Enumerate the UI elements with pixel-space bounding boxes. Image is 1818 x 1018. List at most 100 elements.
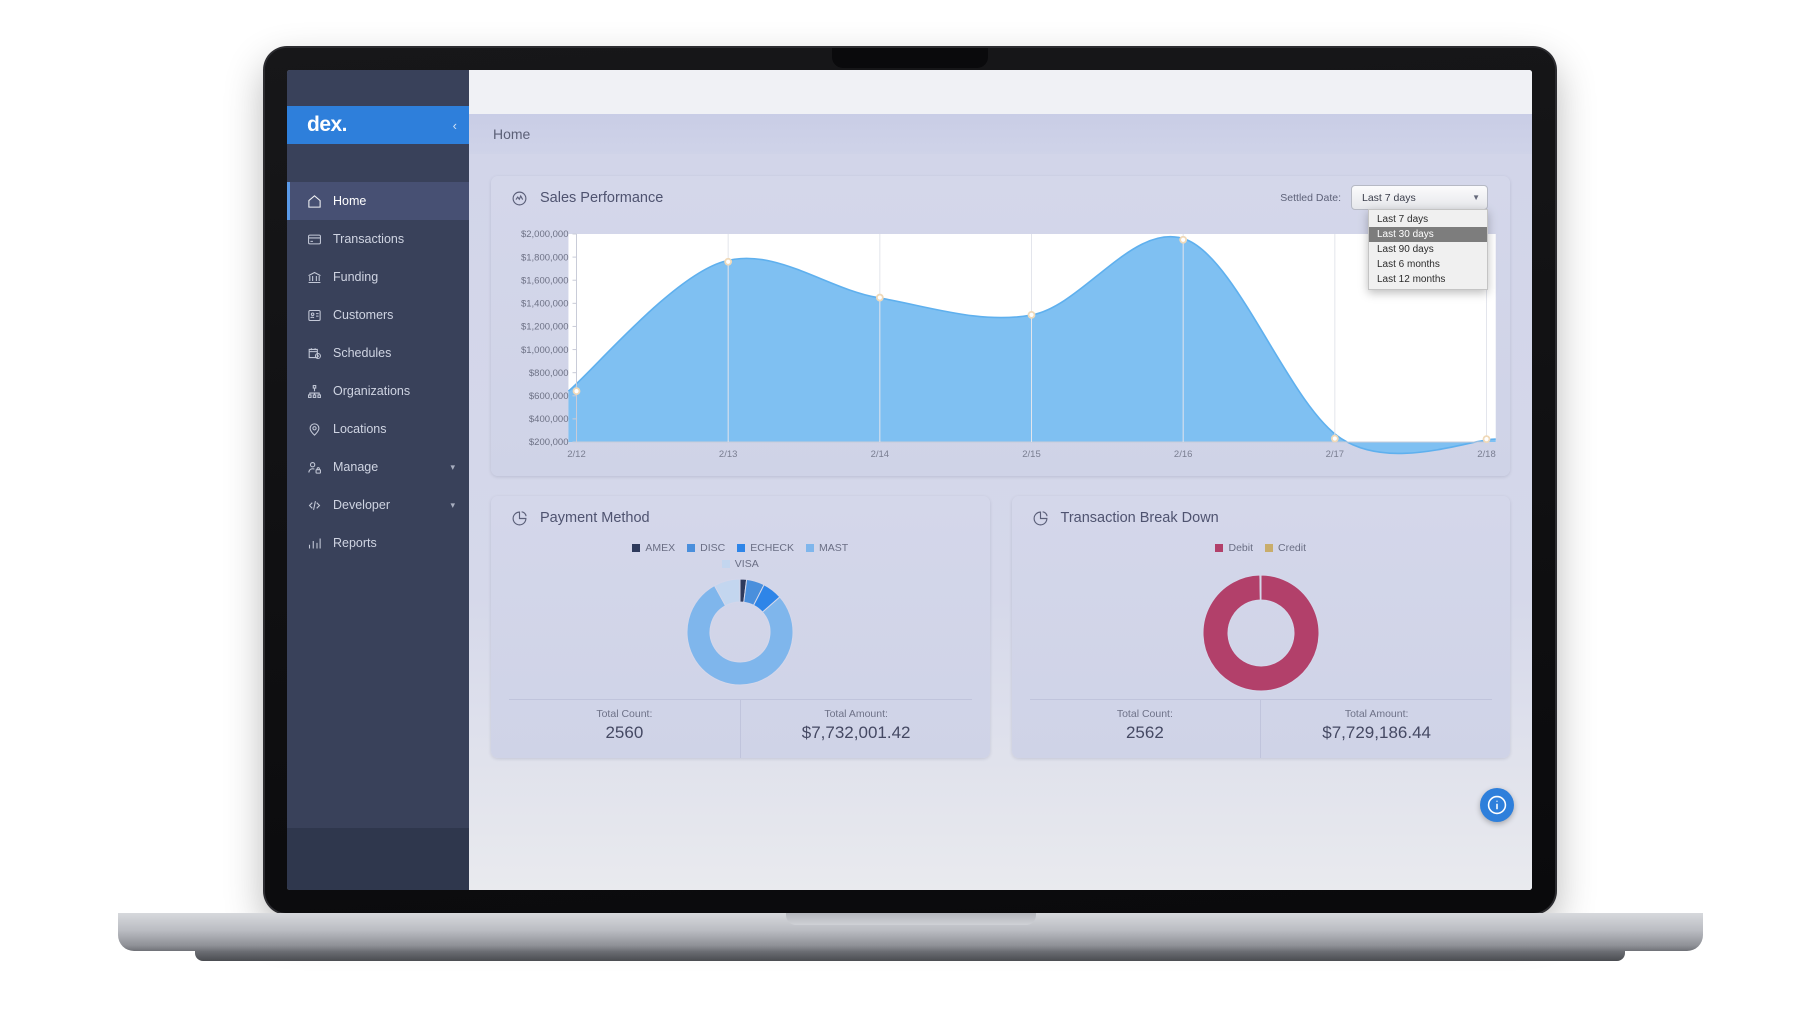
svg-text:$1,800,000: $1,800,000 (521, 252, 569, 263)
legend-item-disc[interactable]: DISC (687, 542, 725, 554)
laptop-base-foot (195, 951, 1625, 961)
chevron-left-icon[interactable]: ‹ (453, 118, 457, 133)
total-count-value: 2562 (1125, 723, 1164, 742)
legend-label: VISA (734, 558, 759, 570)
chevron-down-icon[interactable]: ▾ (450, 500, 455, 511)
svg-text:$1,600,000: $1,600,000 (521, 275, 569, 286)
sidebar-item-label: Home (333, 194, 367, 208)
svg-text:$600,000: $600,000 (529, 391, 569, 402)
sidebar-item-funding[interactable]: Funding (287, 258, 469, 296)
screenshot-root: dex. ‹ Home Transactions Funding Custome… (0, 0, 1818, 1018)
legend-swatch (1215, 544, 1224, 552)
transaction-total-count: Total Count: 2562 (1030, 700, 1261, 758)
sidebar-item-manage[interactable]: Manage ▾ (287, 448, 469, 486)
legend-label: MAST (818, 542, 849, 554)
payment-total-amount: Total Amount: $7,732,001.42 (739, 700, 972, 758)
settled-date-label: Settled Date: (1280, 191, 1341, 204)
dropdown-option-last-30-days[interactable]: Last 30 days (1369, 227, 1487, 242)
legend-item-credit[interactable]: Credit (1265, 542, 1306, 554)
payment-legend: AMEX DISC ECHECK MAST VISA (491, 540, 990, 570)
svg-text:2/16: 2/16 (1174, 449, 1193, 460)
app-logo: dex. (307, 113, 348, 136)
bank-icon (308, 271, 321, 283)
settled-date-dropdown[interactable]: Last 7 days Last 30 days Last 90 days La… (1368, 209, 1488, 290)
sidebar-item-label: Transactions (333, 232, 405, 246)
legend-item-mast[interactable]: MAST (805, 542, 849, 554)
sales-card-title: Sales Performance (540, 190, 664, 206)
dropdown-option-last-90-days[interactable]: Last 90 days (1369, 242, 1487, 257)
total-count-label: Total Count: (596, 708, 653, 720)
sidebar-item-transactions[interactable]: Transactions (287, 220, 469, 258)
total-count-label: Total Count: (1116, 708, 1173, 720)
breadcrumb[interactable]: Home (493, 126, 530, 142)
svg-text:2/18: 2/18 (1477, 449, 1496, 460)
main-dashboard: Sales Performance Settled Date: Last 7 d… (469, 154, 1532, 890)
payment-method-card: Payment Method AMEX DISC ECHECK MAST VIS… (491, 496, 990, 758)
sidebar-item-schedules[interactable]: Schedules (287, 334, 469, 372)
map-pin-icon (309, 422, 320, 436)
donut-cards-row: Payment Method AMEX DISC ECHECK MAST VIS… (491, 496, 1510, 758)
svg-text:$1,200,000: $1,200,000 (521, 322, 569, 333)
legend-swatch (805, 544, 814, 552)
svg-text:$1,000,000: $1,000,000 (521, 345, 569, 356)
sidebar-item-label: Locations (333, 422, 387, 436)
chevron-down-icon[interactable]: ▾ (450, 462, 455, 473)
transaction-donut-wrap (1012, 574, 1511, 692)
sidebar-item-developer[interactable]: Developer ▾ (287, 486, 469, 524)
chevron-down-icon: ▼ (1472, 193, 1480, 202)
legend-item-debit[interactable]: Debit (1215, 542, 1253, 554)
svg-text:$200,000: $200,000 (529, 437, 569, 448)
payment-card-title: Payment Method (540, 510, 650, 526)
laptop-screen: dex. ‹ Home Transactions Funding Custome… (287, 70, 1532, 890)
transaction-breakdown-card: Transaction Break Down Debit Credit Tota… (1011, 496, 1511, 758)
calendar-clock-icon (308, 347, 321, 359)
svg-text:2/15: 2/15 (1022, 449, 1041, 460)
dropdown-option-last-12-months[interactable]: Last 12 months (1369, 272, 1487, 287)
payment-totals: Total Count: 2560 Total Amount: $7,732,0… (509, 699, 972, 758)
sidebar-item-label: Manage (333, 460, 379, 474)
legend-item-visa[interactable]: VISA (531, 558, 950, 570)
legend-label: Debit (1228, 542, 1253, 554)
top-bar (469, 70, 1532, 114)
legend-swatch (737, 544, 746, 552)
svg-text:2/12: 2/12 (567, 449, 586, 460)
pie-chart-icon (512, 510, 527, 525)
code-icon (308, 500, 321, 510)
webcam-notch (832, 48, 988, 68)
legend-label: ECHECK (750, 542, 794, 554)
sidebar-bottom-spacer (287, 828, 469, 890)
payment-donut-wrap (491, 578, 990, 686)
legend-label: DISC (700, 542, 726, 554)
svg-text:$400,000: $400,000 (529, 414, 569, 425)
legend-swatch (687, 544, 696, 552)
transaction-donut-chart[interactable] (1202, 574, 1320, 692)
sidebar-item-home[interactable]: Home (287, 182, 469, 220)
transaction-legend: Debit Credit (1012, 540, 1511, 554)
sidebar-item-reports[interactable]: Reports (287, 524, 469, 562)
sidebar-logo-bar[interactable]: dex. ‹ (287, 106, 469, 144)
sidebar-item-locations[interactable]: Locations (287, 410, 469, 448)
legend-item-amex[interactable]: AMEX (632, 542, 675, 554)
help-info-button[interactable] (1480, 788, 1514, 822)
sales-area-chart: 2/12 2/13 2/14 2/15 2/16 2/17 2/18 $200,000 $400… (491, 220, 1510, 476)
sidebar-item-label: Funding (333, 270, 379, 284)
svg-text:$800,000: $800,000 (529, 368, 569, 379)
info-icon (1487, 795, 1507, 815)
sidebar-nav: Home Transactions Funding Customers Sche… (287, 176, 469, 828)
settled-date-select[interactable]: Last 7 days ▼ (1351, 185, 1488, 210)
sidebar-item-organizations[interactable]: Organizations (287, 372, 469, 410)
credit-card-icon (308, 234, 321, 244)
dropdown-option-last-7-days[interactable]: Last 7 days (1369, 212, 1487, 227)
breadcrumb-bar: Home (469, 114, 1532, 154)
activity-circle-icon (512, 191, 527, 205)
content-area: Home Sales Performance Settled Date: Las… (469, 70, 1532, 890)
total-amount-label: Total Amount: (1344, 708, 1409, 720)
dropdown-option-last-6-months[interactable]: Last 6 months (1369, 257, 1487, 272)
contact-card-icon (308, 309, 321, 321)
svg-text:$1,400,000: $1,400,000 (521, 299, 569, 310)
payment-donut-chart[interactable] (686, 578, 794, 686)
sidebar-item-customers[interactable]: Customers (287, 296, 469, 334)
svg-text:$2,000,000: $2,000,000 (521, 229, 569, 240)
legend-item-echeck[interactable]: ECHECK (737, 542, 794, 554)
laptop-base-notch (785, 913, 1036, 925)
